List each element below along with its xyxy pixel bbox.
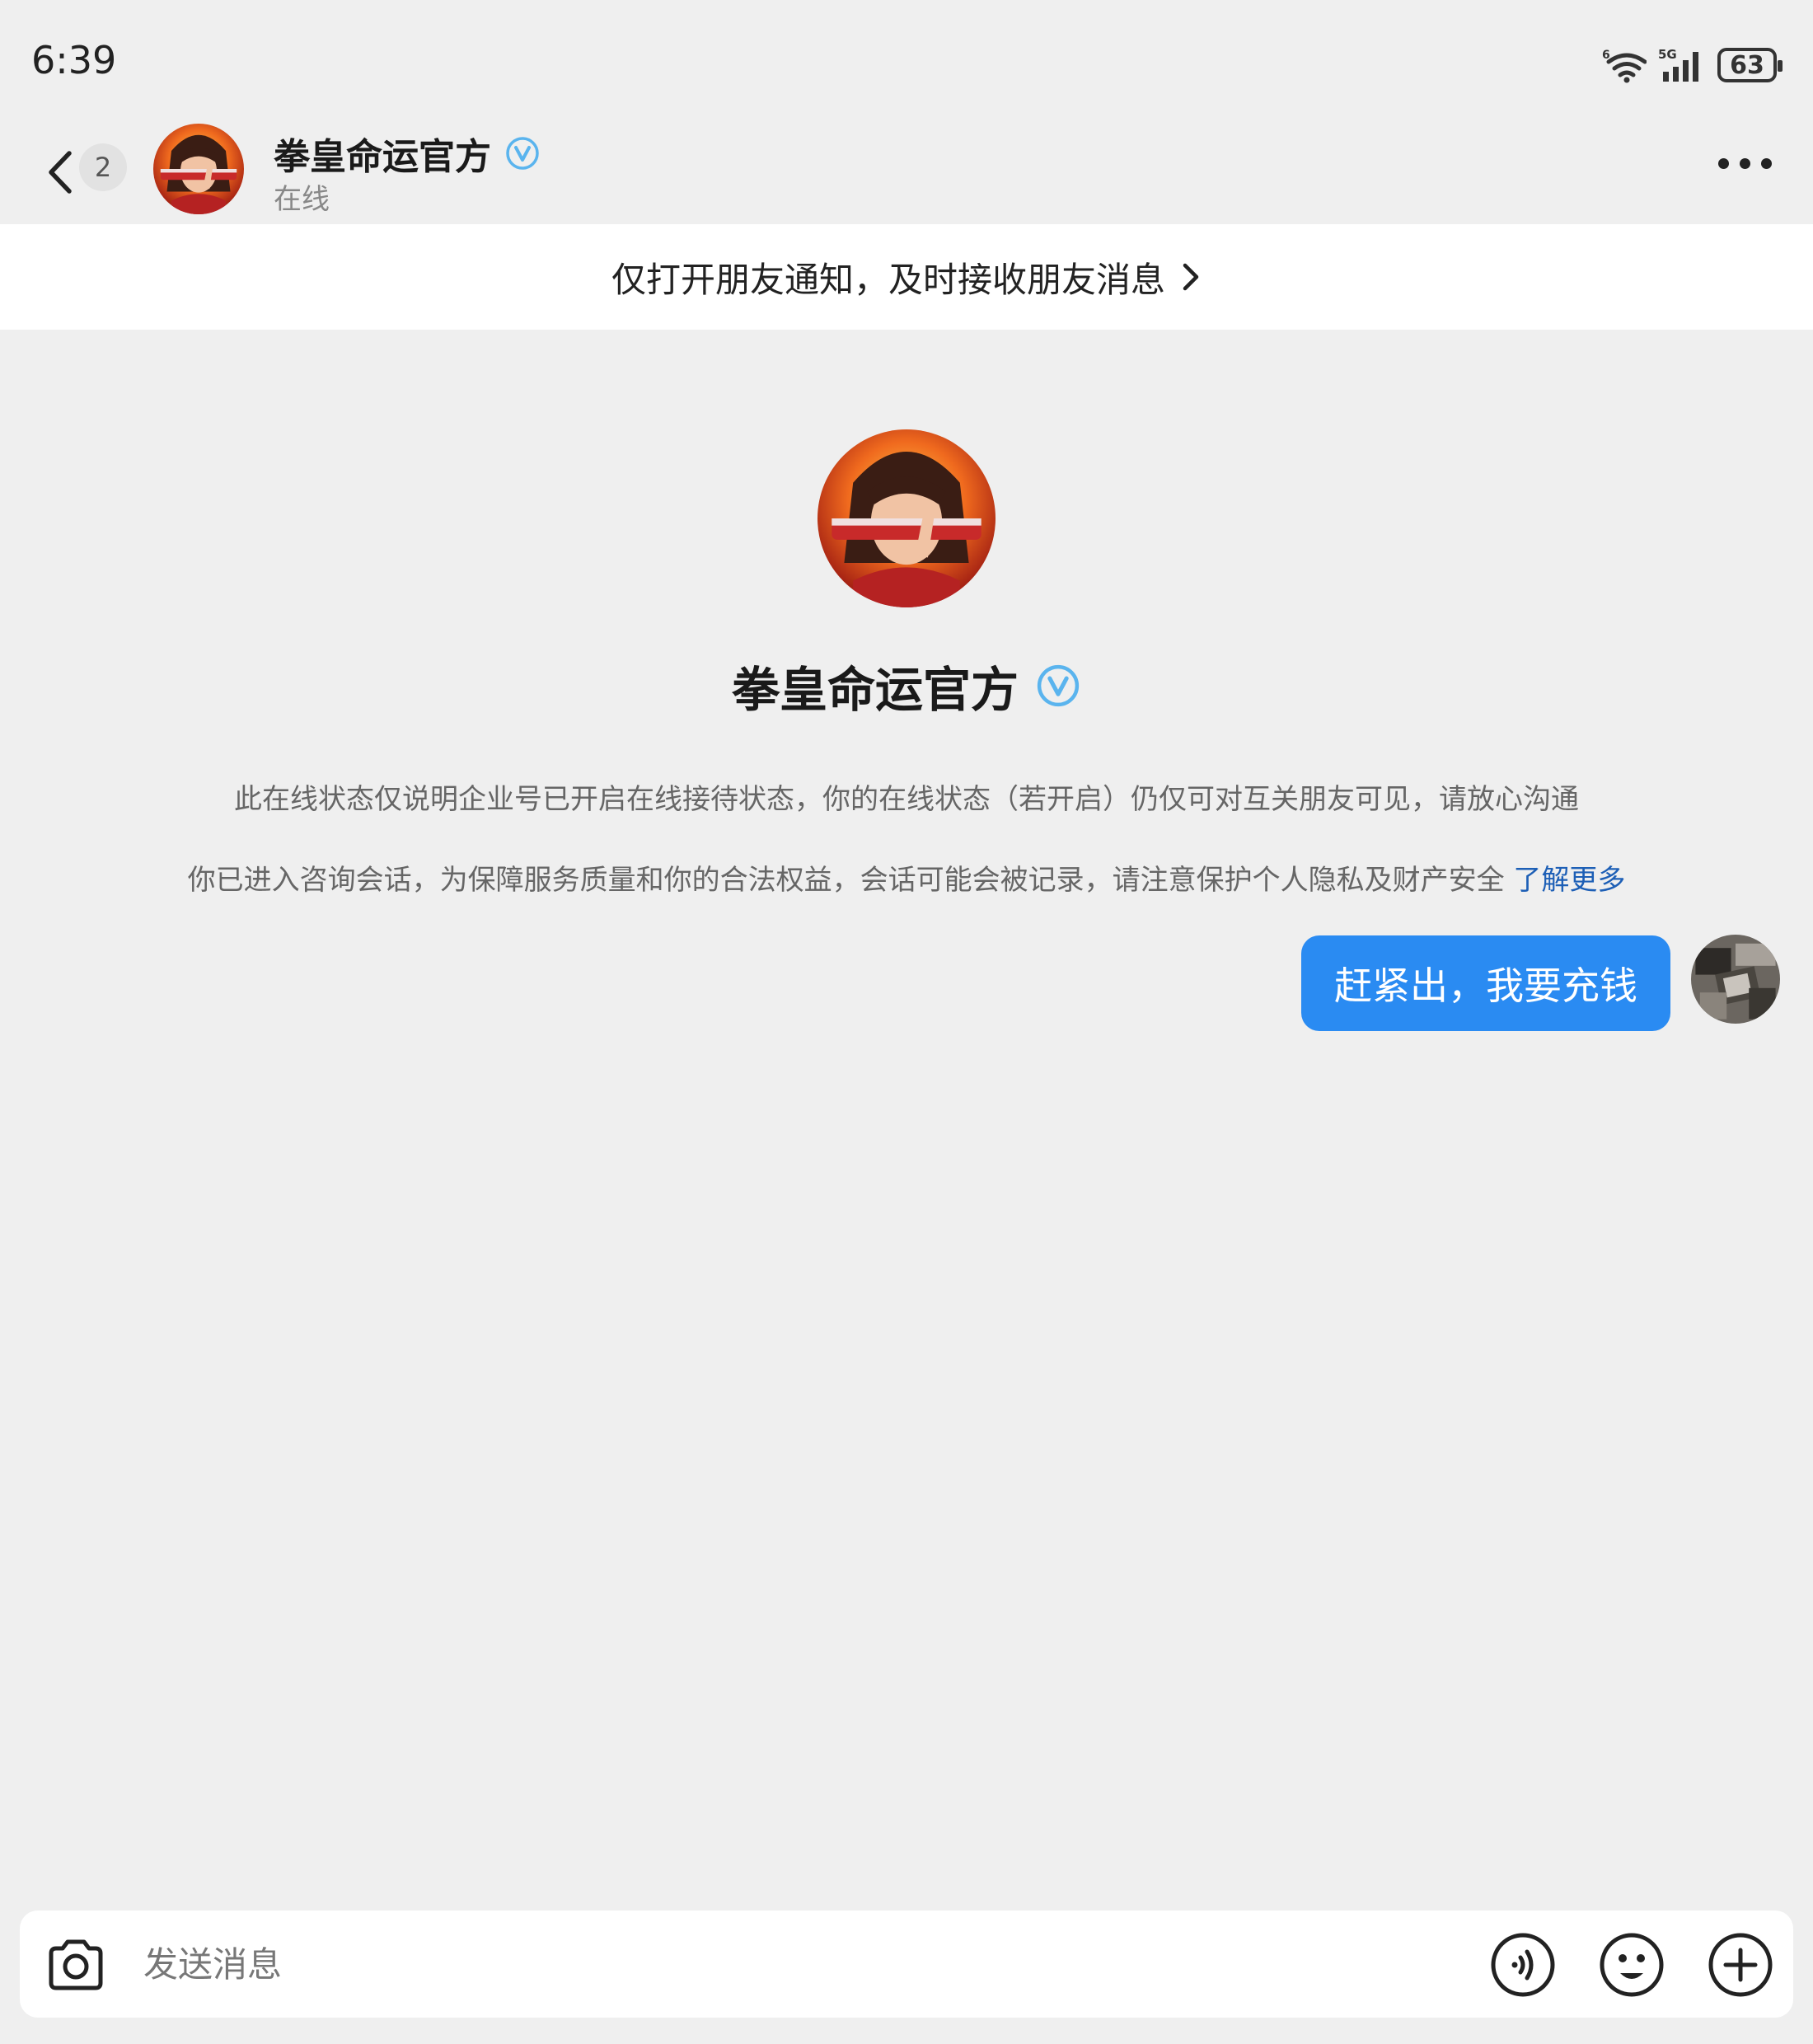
input-bar	[20, 1910, 1793, 2018]
profile-name: 拳皇命运官方	[731, 662, 1019, 718]
status-icons: 6 5G 63	[1602, 45, 1783, 86]
voice-icon[interactable]	[1488, 1930, 1558, 1999]
learn-more-link[interactable]: 了解更多	[1513, 864, 1625, 897]
battery-level: 63	[1730, 50, 1764, 80]
plus-icon[interactable]	[1706, 1930, 1775, 1999]
unread-badge: 2	[79, 143, 127, 191]
avatar[interactable]	[153, 124, 244, 214]
camera-icon[interactable]	[43, 1932, 109, 1998]
friend-notification-banner[interactable]: 仅打开朋友通知，及时接收朋友消息	[0, 224, 1813, 330]
consultation-notice: 你已进入咨询会话，为保障服务质量和你的合法权益，会话可能会被记录，请注意保护个人…	[0, 857, 1813, 898]
chevron-right-icon	[1183, 263, 1199, 291]
chat-header: 2 拳皇命运官方 在线	[0, 124, 1813, 224]
status-time: 6:39	[31, 38, 117, 82]
online-status: 在线	[274, 183, 330, 216]
verified-icon	[506, 137, 539, 170]
verified-icon	[1037, 664, 1080, 707]
message-text: 赶紧出，我要充钱	[1334, 963, 1637, 1008]
header-name-row: 拳皇命运官方	[274, 127, 541, 180]
message-bubble[interactable]: 赶紧出，我要充钱	[1301, 935, 1670, 1031]
more-icon[interactable]	[1718, 158, 1772, 169]
signal-icon: 5G	[1658, 47, 1698, 82]
message-input[interactable]	[143, 1927, 1462, 2001]
my-avatar[interactable]	[1691, 935, 1780, 1024]
status-bar: 6:39 6 5G 63	[0, 0, 1813, 124]
profile-name-row: 拳皇命运官方	[0, 651, 1813, 720]
online-status-notice: 此在线状态仅说明企业号已开启在线接待状态，你的在线状态（若开启）仍仅可对互关朋友…	[234, 783, 1579, 816]
notice-text: 仅打开朋友通知，及时接收朋友消息	[611, 259, 1165, 300]
profile-avatar[interactable]	[817, 429, 996, 607]
network-type: 5G	[1658, 47, 1677, 62]
header-name: 拳皇命运官方	[274, 136, 491, 178]
consultation-notice-text: 你已进入咨询会话，为保障服务质量和你的合法权益，会话可能会被记录，请注意保护个人…	[187, 864, 1505, 897]
wifi-icon: 6	[1602, 49, 1647, 83]
battery-icon: 63	[1717, 48, 1783, 82]
back-icon[interactable]	[41, 148, 82, 196]
emoji-icon[interactable]	[1597, 1930, 1666, 1999]
